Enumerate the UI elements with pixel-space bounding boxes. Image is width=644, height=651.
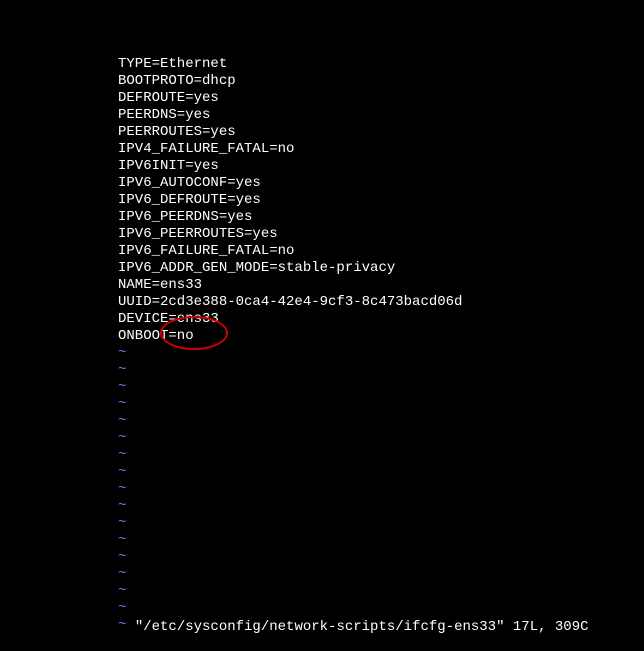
- vi-editor[interactable]: TYPE=EthernetBOOTPROTO=dhcpDEFROUTE=yesP…: [0, 0, 644, 634]
- status-filename: "/etc/sysconfig/network-scripts/ifcfg-en…: [135, 619, 505, 635]
- empty-line-marker: ~: [118, 583, 644, 600]
- config-line: IPV6_FAILURE_FATAL=no: [118, 243, 644, 260]
- empty-line-marker: ~: [118, 345, 644, 362]
- empty-line-marker: ~: [118, 464, 644, 481]
- config-line: IPV6_PEERDNS=yes: [118, 209, 644, 226]
- status-info: 17L, 309C: [513, 619, 589, 635]
- config-line: TYPE=Ethernet: [118, 56, 644, 73]
- config-line: UUID=2cd3e388-0ca4-42e4-9cf3-8c473bacd06…: [118, 294, 644, 311]
- empty-line-marker: ~: [118, 549, 644, 566]
- config-line: DEFROUTE=yes: [118, 90, 644, 107]
- config-line: IPV6_AUTOCONF=yes: [118, 175, 644, 192]
- config-line: PEERDNS=yes: [118, 107, 644, 124]
- config-line: DEVICE=ens33: [118, 311, 644, 328]
- config-line: PEERROUTES=yes: [118, 124, 644, 141]
- empty-line-marker: ~: [118, 498, 644, 515]
- empty-line-marker: ~: [118, 447, 644, 464]
- config-line: NAME=ens33: [118, 277, 644, 294]
- empty-line-marker: ~: [118, 532, 644, 549]
- empty-line-marker: ~: [118, 413, 644, 430]
- config-line: IPV6_DEFROUTE=yes: [118, 192, 644, 209]
- config-line: IPV6INIT=yes: [118, 158, 644, 175]
- empty-line-marker: ~: [118, 481, 644, 498]
- empty-line-marker: ~: [118, 362, 644, 379]
- empty-lines: ~~~~~~~~~~~~~~~~~: [118, 345, 644, 634]
- config-line: IPV4_FAILURE_FATAL=no: [118, 141, 644, 158]
- empty-line-marker: ~: [118, 396, 644, 413]
- empty-line-marker: ~: [118, 566, 644, 583]
- empty-line-marker: ~: [118, 515, 644, 532]
- vi-status-line: "/etc/sysconfig/network-scripts/ifcfg-en…: [118, 603, 589, 635]
- config-line: IPV6_PEERROUTES=yes: [118, 226, 644, 243]
- config-line: BOOTPROTO=dhcp: [118, 73, 644, 90]
- config-line: ONBOOT=no: [118, 328, 644, 345]
- empty-line-marker: ~: [118, 430, 644, 447]
- empty-line-marker: ~: [118, 379, 644, 396]
- config-line: IPV6_ADDR_GEN_MODE=stable-privacy: [118, 260, 644, 277]
- config-content: TYPE=EthernetBOOTPROTO=dhcpDEFROUTE=yesP…: [118, 56, 644, 345]
